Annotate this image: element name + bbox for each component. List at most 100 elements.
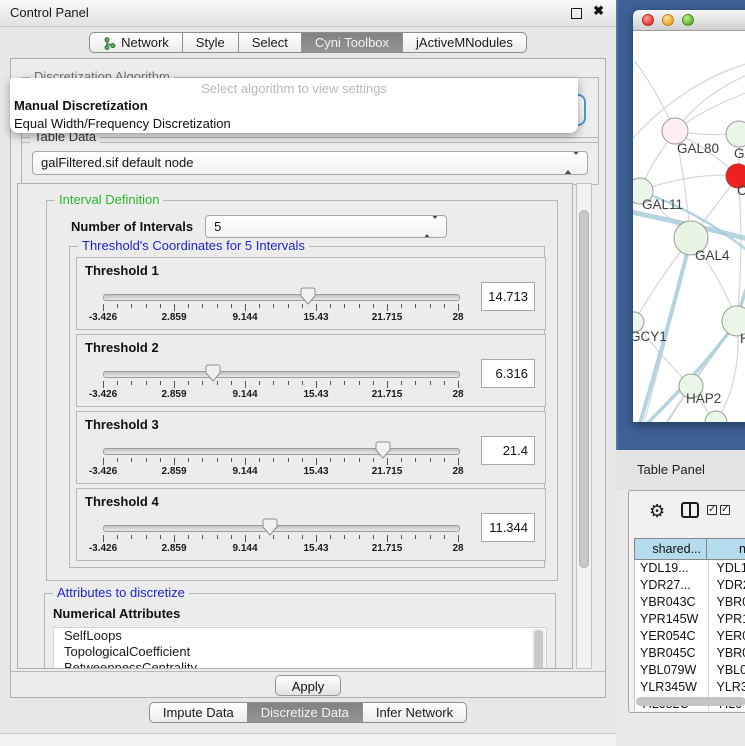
- tick-label: -3.426: [89, 312, 117, 323]
- network-node-ga[interactable]: [726, 121, 745, 147]
- tick-label: 2.859: [161, 543, 186, 554]
- zoom-traffic-light-icon[interactable]: [682, 14, 694, 26]
- tab-discretize-data[interactable]: Discretize Data: [248, 702, 363, 723]
- horizontal-scrollbar-thumb[interactable]: [636, 697, 745, 706]
- threshold-value-field[interactable]: [481, 436, 535, 465]
- panel-title: Control Panel: [10, 0, 89, 25]
- table-cell: YDL1: [709, 560, 745, 577]
- tab-impute-data[interactable]: Impute Data: [149, 702, 248, 723]
- tick-label: 28: [452, 389, 463, 400]
- threshold-value-field[interactable]: [481, 359, 535, 388]
- numerical-attributes-label: Numerical Attributes: [53, 606, 547, 621]
- attribute-list-item[interactable]: BetweennessCentrality: [54, 660, 546, 669]
- table-column-header[interactable]: na: [707, 539, 745, 559]
- threshold-box: Threshold 2 -3.4262.8599.14415.4321.7152…: [76, 334, 546, 407]
- table-row[interactable]: YDR27...YDR2: [635, 577, 745, 594]
- algorithm-option[interactable]: Manual Discretization: [10, 97, 578, 115]
- network-view-window: GAL80GACGAL11GAL4GCY1HHAP2: [633, 10, 745, 422]
- threshold-slider-thumb[interactable]: [375, 441, 391, 459]
- table-row[interactable]: YER054CYER0: [635, 628, 745, 645]
- threshold-label: Threshold 1: [85, 263, 159, 278]
- tab-style[interactable]: Style: [183, 32, 239, 53]
- tab-label: Infer Network: [376, 703, 453, 722]
- list-scrollbar-thumb[interactable]: [534, 630, 543, 669]
- tab-select[interactable]: Select: [239, 32, 302, 53]
- table-column-header[interactable]: shared...: [634, 539, 707, 559]
- tick-label: 9.144: [232, 466, 257, 477]
- attributes-group-title: Attributes to discretize: [53, 585, 189, 600]
- attribute-list-item[interactable]: TopologicalCoefficient: [54, 644, 546, 660]
- checkbox-icon[interactable]: ✓: [720, 505, 730, 515]
- table-data-selected: galFiltered.sif default node: [41, 155, 193, 170]
- threshold-slider-track[interactable]: [103, 294, 460, 301]
- tab-label: jActiveMNodules: [416, 33, 513, 52]
- table-row[interactable]: YBR045CYBR0: [635, 645, 745, 662]
- tab-network[interactable]: Network: [89, 32, 183, 53]
- threshold-value-field[interactable]: [481, 282, 535, 311]
- threshold-label: Threshold 4: [85, 494, 159, 509]
- table-header-row: shared...na: [634, 538, 745, 560]
- tab-label: Cyni Toolbox: [315, 33, 389, 52]
- tab-cyni-toolbox[interactable]: Cyni Toolbox: [302, 32, 403, 53]
- network-edge[interactable]: [640, 175, 738, 191]
- table-panel-body: ⚙ ✓ ✓ shared...na YDL19...YDL1YDR27...YD…: [628, 490, 745, 713]
- algorithm-popup-options: Manual DiscretizationEqual Width/Frequen…: [10, 97, 578, 133]
- attributes-group: Attributes to discretize Numerical Attri…: [44, 593, 556, 669]
- threshold-slider-thumb[interactable]: [300, 287, 316, 305]
- tick-label: -3.426: [89, 543, 117, 554]
- numerical-attributes-list[interactable]: SelfLoopsTopologicalCoefficientBetweenne…: [53, 627, 547, 669]
- gear-icon[interactable]: ⚙: [649, 500, 665, 522]
- table-row[interactable]: YLR345WYLR3: [635, 679, 745, 696]
- number-of-intervals-combobox[interactable]: 5: [205, 215, 447, 238]
- apply-button[interactable]: Apply: [275, 675, 341, 696]
- table-cell: YPR145W: [635, 611, 709, 628]
- tab-infer-network[interactable]: Infer Network: [363, 702, 467, 723]
- node-table: shared...na YDL19...YDL1YDR27...YDR2YBR0…: [634, 538, 745, 711]
- table-row[interactable]: YPR145WYPR1: [635, 611, 745, 628]
- algorithm-popup-hint: Select algorithm to view settings: [10, 78, 578, 97]
- tick-label: 15.43: [303, 312, 328, 323]
- slider-ticks: [103, 304, 459, 312]
- threshold-slider-thumb[interactable]: [205, 364, 221, 382]
- threshold-slider-thumb[interactable]: [262, 518, 278, 536]
- threshold-slider-track[interactable]: [103, 525, 460, 532]
- close-traffic-light-icon[interactable]: [642, 14, 654, 26]
- tick-label: 15.43: [303, 543, 328, 554]
- table-toolbar: ⚙ ✓ ✓: [629, 491, 745, 535]
- tick-label: 9.144: [232, 312, 257, 323]
- minimize-traffic-light-icon[interactable]: [662, 14, 674, 26]
- column-layout-icon[interactable]: [681, 502, 699, 518]
- vertical-scrollbar[interactable]: [576, 183, 592, 669]
- vertical-scrollbar-thumb[interactable]: [579, 210, 589, 568]
- float-window-icon[interactable]: [571, 8, 582, 19]
- threshold-slider-track[interactable]: [103, 448, 460, 455]
- tick-label: 2.859: [161, 466, 186, 477]
- table-row[interactable]: YBR043CYBR0: [635, 594, 745, 611]
- threshold-value-field[interactable]: [481, 513, 535, 542]
- list-scrollbar[interactable]: [532, 629, 545, 669]
- tick-label: 9.144: [232, 389, 257, 400]
- tab-jactivemnodules[interactable]: jActiveMNodules: [403, 32, 527, 53]
- table-row[interactable]: YBL079WYBL0: [635, 662, 745, 679]
- table-row[interactable]: YDL19...YDL1: [635, 560, 745, 577]
- table-cell: YLR345W: [635, 679, 709, 696]
- right-panel: GAL80GACGAL11GAL4GCY1HHAP2 Table Panel ⚙…: [616, 0, 745, 745]
- network-canvas[interactable]: GAL80GACGAL11GAL4GCY1HHAP2: [633, 31, 745, 422]
- algorithm-option[interactable]: Equal Width/Frequency Discretization: [10, 115, 578, 133]
- table-data-combobox[interactable]: galFiltered.sif default node: [32, 151, 588, 175]
- slider-tick-labels: -3.4262.8599.14415.4321.71528: [103, 543, 459, 556]
- threshold-slider-track[interactable]: [103, 371, 460, 378]
- tick-label: 21.715: [372, 543, 403, 554]
- tick-label: 21.715: [372, 312, 403, 323]
- combo-arrows-icon: [423, 216, 439, 238]
- table-cell: YDR2: [709, 577, 745, 594]
- threshold-box: Threshold 1 -3.4262.8599.14415.4321.7152…: [76, 257, 546, 330]
- tab-label: Impute Data: [163, 703, 234, 722]
- network-node-label: GAL80: [677, 141, 719, 156]
- attribute-list-item[interactable]: SelfLoops: [54, 628, 546, 644]
- checkbox-icon[interactable]: ✓: [707, 505, 717, 515]
- close-icon[interactable]: ✖: [593, 3, 604, 19]
- tick-label: 21.715: [372, 466, 403, 477]
- number-of-intervals-row: Number of Intervals 5: [71, 215, 547, 238]
- tick-label: 28: [452, 466, 463, 477]
